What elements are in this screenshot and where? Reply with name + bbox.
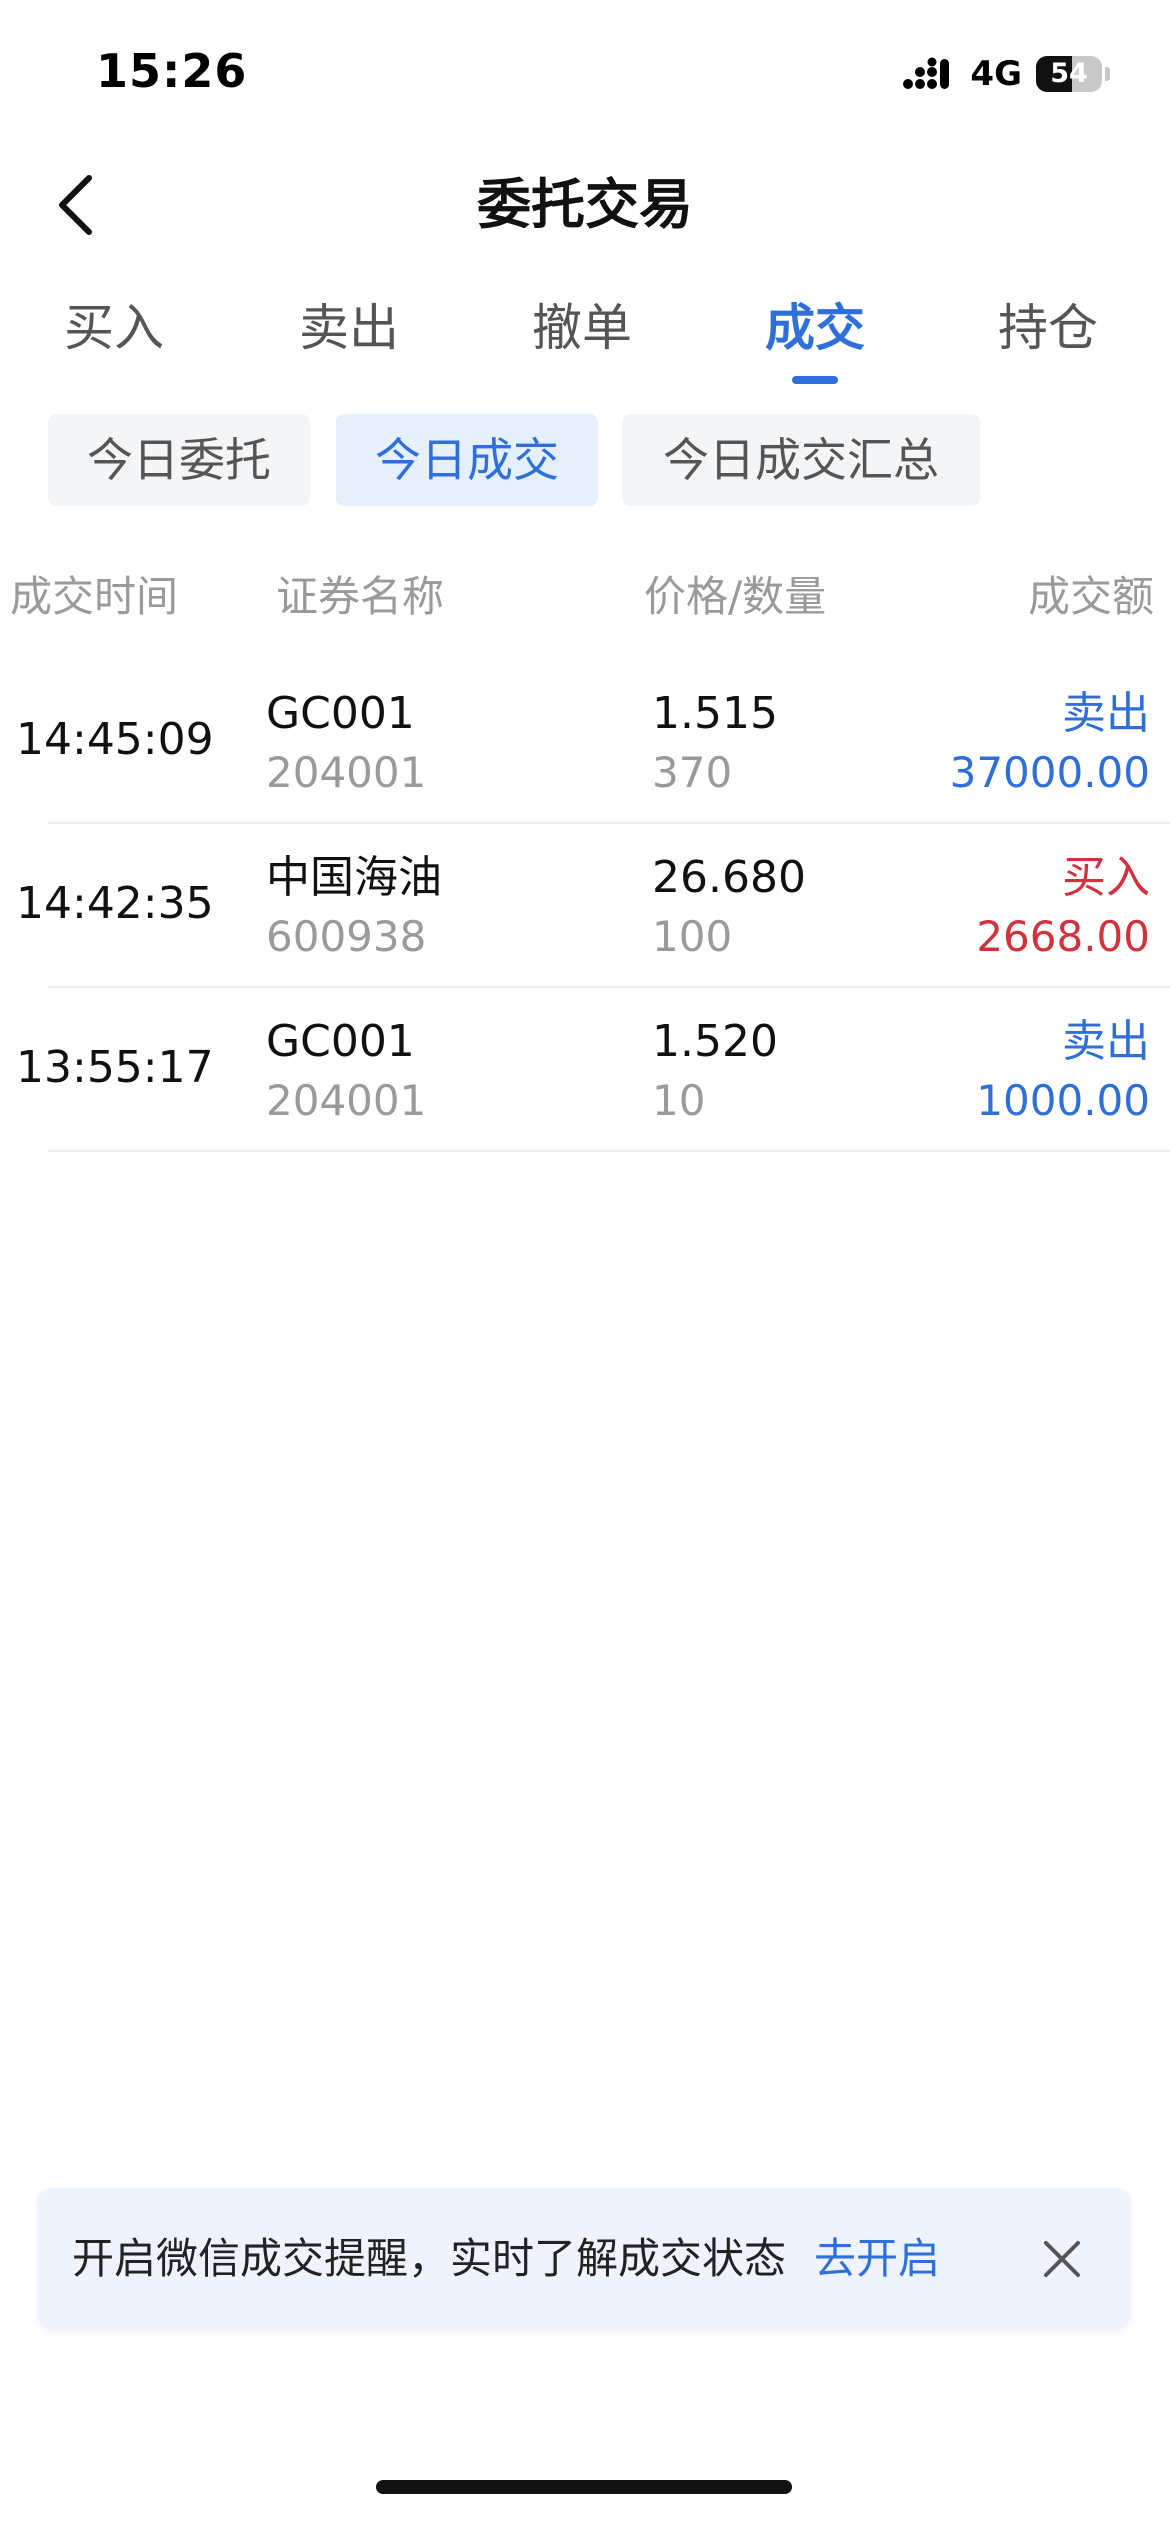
trade-side: 卖出 — [1062, 688, 1150, 739]
tab-trades[interactable]: 成交 — [715, 290, 915, 366]
security-code: 204001 — [266, 1076, 427, 1125]
trade-quantity: 10 — [652, 1076, 706, 1125]
trade-time: 13:55:17 — [16, 1042, 214, 1093]
trade-time: 14:45:09 — [16, 714, 214, 765]
security-code: 600938 — [266, 912, 427, 961]
subtab-today-orders[interactable]: 今日委托 — [48, 414, 310, 506]
header-price-qty: 价格/数量 — [644, 572, 827, 621]
network-label: 4G — [970, 54, 1022, 94]
wechat-reminder-banner: 开启微信成交提醒，实时了解成交状态 去开启 — [38, 2188, 1130, 2330]
security-name: GC001 — [266, 1016, 415, 1067]
page-title: 委托交易 — [477, 173, 693, 236]
trades-list: 14:45:09 GC001 204001 1.515 370 卖出 37000… — [0, 660, 1170, 1152]
trade-side: 卖出 — [1062, 1016, 1150, 1067]
tab-cancel[interactable]: 撤单 — [482, 290, 682, 366]
banner-text: 开启微信成交提醒，实时了解成交状态 — [72, 2234, 787, 2283]
security-name: 中国海油 — [266, 852, 442, 903]
trade-price: 26.680 — [652, 852, 806, 903]
main-tabs: 买入 卖出 撤单 成交 持仓 — [0, 290, 1170, 390]
trade-quantity: 370 — [652, 748, 733, 797]
subtab-today-trades-summary[interactable]: 今日成交汇总 — [622, 414, 980, 506]
trade-amount: 2668.00 — [976, 912, 1150, 961]
trade-price: 1.520 — [652, 1016, 778, 1067]
tab-positions[interactable]: 持仓 — [948, 290, 1148, 366]
table-header: 成交时间 证券名称 价格/数量 成交额 — [0, 562, 1170, 632]
battery-icon: 54 — [1036, 56, 1102, 92]
trade-amount: 1000.00 — [976, 1076, 1150, 1125]
table-row[interactable]: 13:55:17 GC001 204001 1.520 10 卖出 1000.0… — [0, 988, 1170, 1152]
trade-price: 1.515 — [652, 688, 778, 739]
trade-quantity: 100 — [652, 912, 733, 961]
header-name: 证券名称 — [276, 572, 445, 621]
security-name: GC001 — [266, 688, 415, 739]
signal-icon — [903, 57, 950, 89]
battery-level: 54 — [1050, 58, 1088, 89]
tab-sell[interactable]: 卖出 — [249, 290, 449, 366]
enable-reminder-link[interactable]: 去开启 — [814, 2188, 940, 2330]
trade-side: 买入 — [1062, 852, 1150, 903]
status-bar: 15:26 4G 54 — [0, 0, 1170, 150]
row-divider — [48, 1150, 1170, 1152]
header-amount: 成交额 — [1027, 572, 1154, 621]
nav-bar: 委托交易 — [0, 150, 1170, 260]
banner-close-button[interactable] — [1034, 2231, 1090, 2287]
security-code: 204001 — [266, 748, 427, 797]
battery-cap — [1105, 67, 1110, 81]
tab-buy[interactable]: 买入 — [14, 290, 214, 366]
table-row[interactable]: 14:45:09 GC001 204001 1.515 370 卖出 37000… — [0, 660, 1170, 824]
trade-amount: 37000.00 — [949, 748, 1150, 797]
trade-time: 14:42:35 — [16, 878, 214, 929]
table-row[interactable]: 14:42:35 中国海油 600938 26.680 100 买入 2668.… — [0, 824, 1170, 988]
status-time: 15:26 — [96, 44, 248, 98]
status-indicators: 4G 54 — [902, 52, 1110, 96]
header-time: 成交时间 — [10, 572, 179, 621]
close-icon — [1044, 2241, 1080, 2277]
active-tab-indicator — [792, 376, 838, 384]
home-indicator[interactable] — [376, 2480, 792, 2494]
subtab-today-trades[interactable]: 今日成交 — [336, 414, 598, 506]
